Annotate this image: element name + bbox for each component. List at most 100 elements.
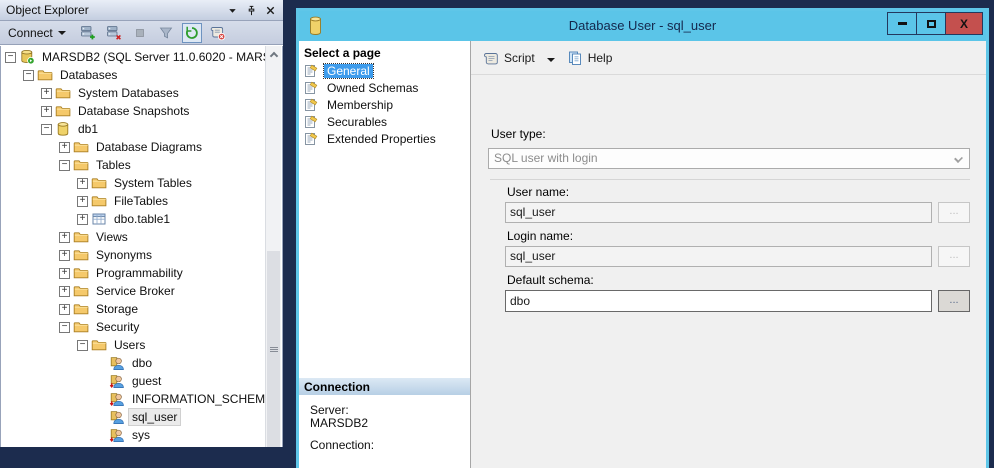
page-item-label: Extended Properties: [324, 132, 439, 146]
folder-icon: [91, 175, 107, 191]
dialog-titlebar: Database User - sql_user X: [299, 11, 986, 41]
tree-item-label: Users: [111, 337, 148, 353]
user-name-field: sql_user: [505, 202, 932, 223]
close-icon[interactable]: [262, 3, 279, 18]
object-explorer-titlebar: Object Explorer: [0, 0, 283, 21]
default-schema-field[interactable]: [505, 290, 932, 312]
default-schema-browse-button[interactable]: ...: [938, 290, 970, 312]
tree-item-db1[interactable]: −db1: [1, 120, 266, 138]
tree-item-label: Programmability: [93, 265, 186, 281]
tree-item-system-databases[interactable]: +System Databases: [1, 84, 266, 102]
caption-buttons: X: [888, 12, 983, 35]
scrollbar-thumb[interactable]: [267, 251, 280, 447]
tree-item-tables[interactable]: − Tables: [1, 156, 266, 174]
expand-glyph[interactable]: +: [41, 88, 52, 99]
connect-server-icon[interactable]: [78, 23, 98, 43]
page-item-membership[interactable]: Membership: [299, 96, 470, 113]
expand-glyph[interactable]: +: [77, 178, 88, 189]
tree-item-sys[interactable]: sys: [1, 426, 266, 444]
maximize-button[interactable]: [916, 12, 946, 35]
scroll-up-button[interactable]: [266, 46, 281, 62]
help-button[interactable]: Help: [563, 47, 617, 69]
titlebar-buttons: [224, 3, 279, 18]
tree-item-users[interactable]: − Users: [1, 336, 266, 354]
tree-item-system-tables[interactable]: + System Tables: [1, 174, 266, 192]
tree-scrollbar[interactable]: [265, 46, 281, 447]
tree-item-dbo-table1[interactable]: +dbo.table1: [1, 210, 266, 228]
expand-glyph[interactable]: +: [41, 106, 52, 117]
login-name-browse-button: ...: [938, 246, 970, 267]
tree-item-information-schem[interactable]: INFORMATION_SCHEM: [1, 390, 266, 408]
expand-glyph[interactable]: +: [77, 196, 88, 207]
page-item-owned-schemas[interactable]: Owned Schemas: [299, 79, 470, 96]
folder-icon: [73, 301, 89, 317]
folder-icon: [55, 103, 71, 119]
connection-label: Connection:: [310, 439, 470, 452]
user-red-icon: [109, 373, 125, 389]
tree-item-label: Database Snapshots: [75, 103, 192, 119]
script-dropdown-button[interactable]: [543, 46, 559, 70]
user-name-browse-button: ...: [938, 202, 970, 223]
tree-item-synonyms[interactable]: +Synonyms: [1, 246, 266, 264]
collapse-glyph[interactable]: −: [5, 52, 16, 63]
folder-icon: [73, 247, 89, 263]
tree-item-programmability[interactable]: + Programmability: [1, 264, 266, 282]
expand-glyph[interactable]: +: [59, 250, 70, 261]
close-button[interactable]: X: [945, 12, 983, 35]
user-name-label: User name:: [507, 185, 569, 199]
pin-icon[interactable]: [243, 3, 260, 18]
page-item-general[interactable]: General: [299, 62, 470, 79]
tree-item-marsdb2-sql-server-11-0-6020-marsd[interactable]: −MARSDB2 (SQL Server 11.0.6020 - MARSD: [1, 48, 266, 66]
folder-icon: [37, 67, 53, 83]
refresh-icon[interactable]: [182, 23, 202, 43]
tree-item-database-diagrams[interactable]: +Database Diagrams: [1, 138, 266, 156]
page-item-extended-properties[interactable]: Extended Properties: [299, 130, 470, 147]
tree-item-service-broker[interactable]: + Service Broker: [1, 282, 266, 300]
page-item-securables[interactable]: Securables: [299, 113, 470, 130]
tree-item-databases[interactable]: −Databases: [1, 66, 266, 84]
expand-glyph[interactable]: +: [59, 304, 70, 315]
minimize-button[interactable]: [887, 12, 917, 35]
page-item-label: Securables: [324, 115, 390, 129]
tree-item-label: FileTables: [111, 193, 171, 209]
expand-glyph[interactable]: +: [77, 214, 88, 225]
object-explorer-tree: −MARSDB2 (SQL Server 11.0.6020 - MARSD−D…: [0, 46, 283, 447]
tree-item-database-snapshots[interactable]: + Database Snapshots: [1, 102, 266, 120]
script-button[interactable]: Script: [479, 47, 539, 69]
tree-item-storage[interactable]: + Storage: [1, 300, 266, 318]
tree-item-label: Service Broker: [93, 283, 178, 299]
tree-item-dbo[interactable]: dbo: [1, 354, 266, 372]
tree-item-filetables[interactable]: + FileTables: [1, 192, 266, 210]
window-position-icon[interactable]: [224, 3, 241, 18]
tree-item-security[interactable]: −Security: [1, 318, 266, 336]
disconnect-server-icon[interactable]: [104, 23, 124, 43]
stop-icon[interactable]: [130, 23, 150, 43]
connect-button[interactable]: Connect: [5, 24, 69, 42]
object-explorer-toolbar: Connect: [0, 21, 283, 45]
tree-item-label: System Tables: [111, 175, 195, 191]
folder-icon: [91, 337, 107, 353]
collapse-glyph[interactable]: −: [59, 322, 70, 333]
tree-item-label: Storage: [93, 301, 141, 317]
expand-glyph[interactable]: +: [59, 142, 70, 153]
tree-item-label: Tables: [93, 157, 134, 173]
script-button-label: Script: [504, 51, 535, 65]
expand-glyph[interactable]: +: [59, 286, 70, 297]
tree-item-views[interactable]: +Views: [1, 228, 266, 246]
collapse-glyph[interactable]: −: [59, 160, 70, 171]
folder-icon: [73, 157, 89, 173]
tree-item-sql-user[interactable]: sql_user: [1, 408, 266, 426]
collapse-glyph[interactable]: −: [23, 70, 34, 81]
chevron-up-icon: [269, 51, 277, 59]
expand-glyph[interactable]: +: [59, 232, 70, 243]
folder-icon: [73, 229, 89, 245]
collapse-glyph[interactable]: −: [77, 340, 88, 351]
connect-button-label: Connect: [8, 26, 53, 40]
script-error-icon[interactable]: [208, 23, 228, 43]
filter-icon[interactable]: [156, 23, 176, 43]
expand-glyph[interactable]: +: [59, 268, 70, 279]
tree-item-guest[interactable]: guest: [1, 372, 266, 390]
collapse-glyph[interactable]: −: [41, 124, 52, 135]
tree-item-label: guest: [129, 373, 164, 389]
dialog-toolbar: Script Help: [471, 41, 986, 75]
